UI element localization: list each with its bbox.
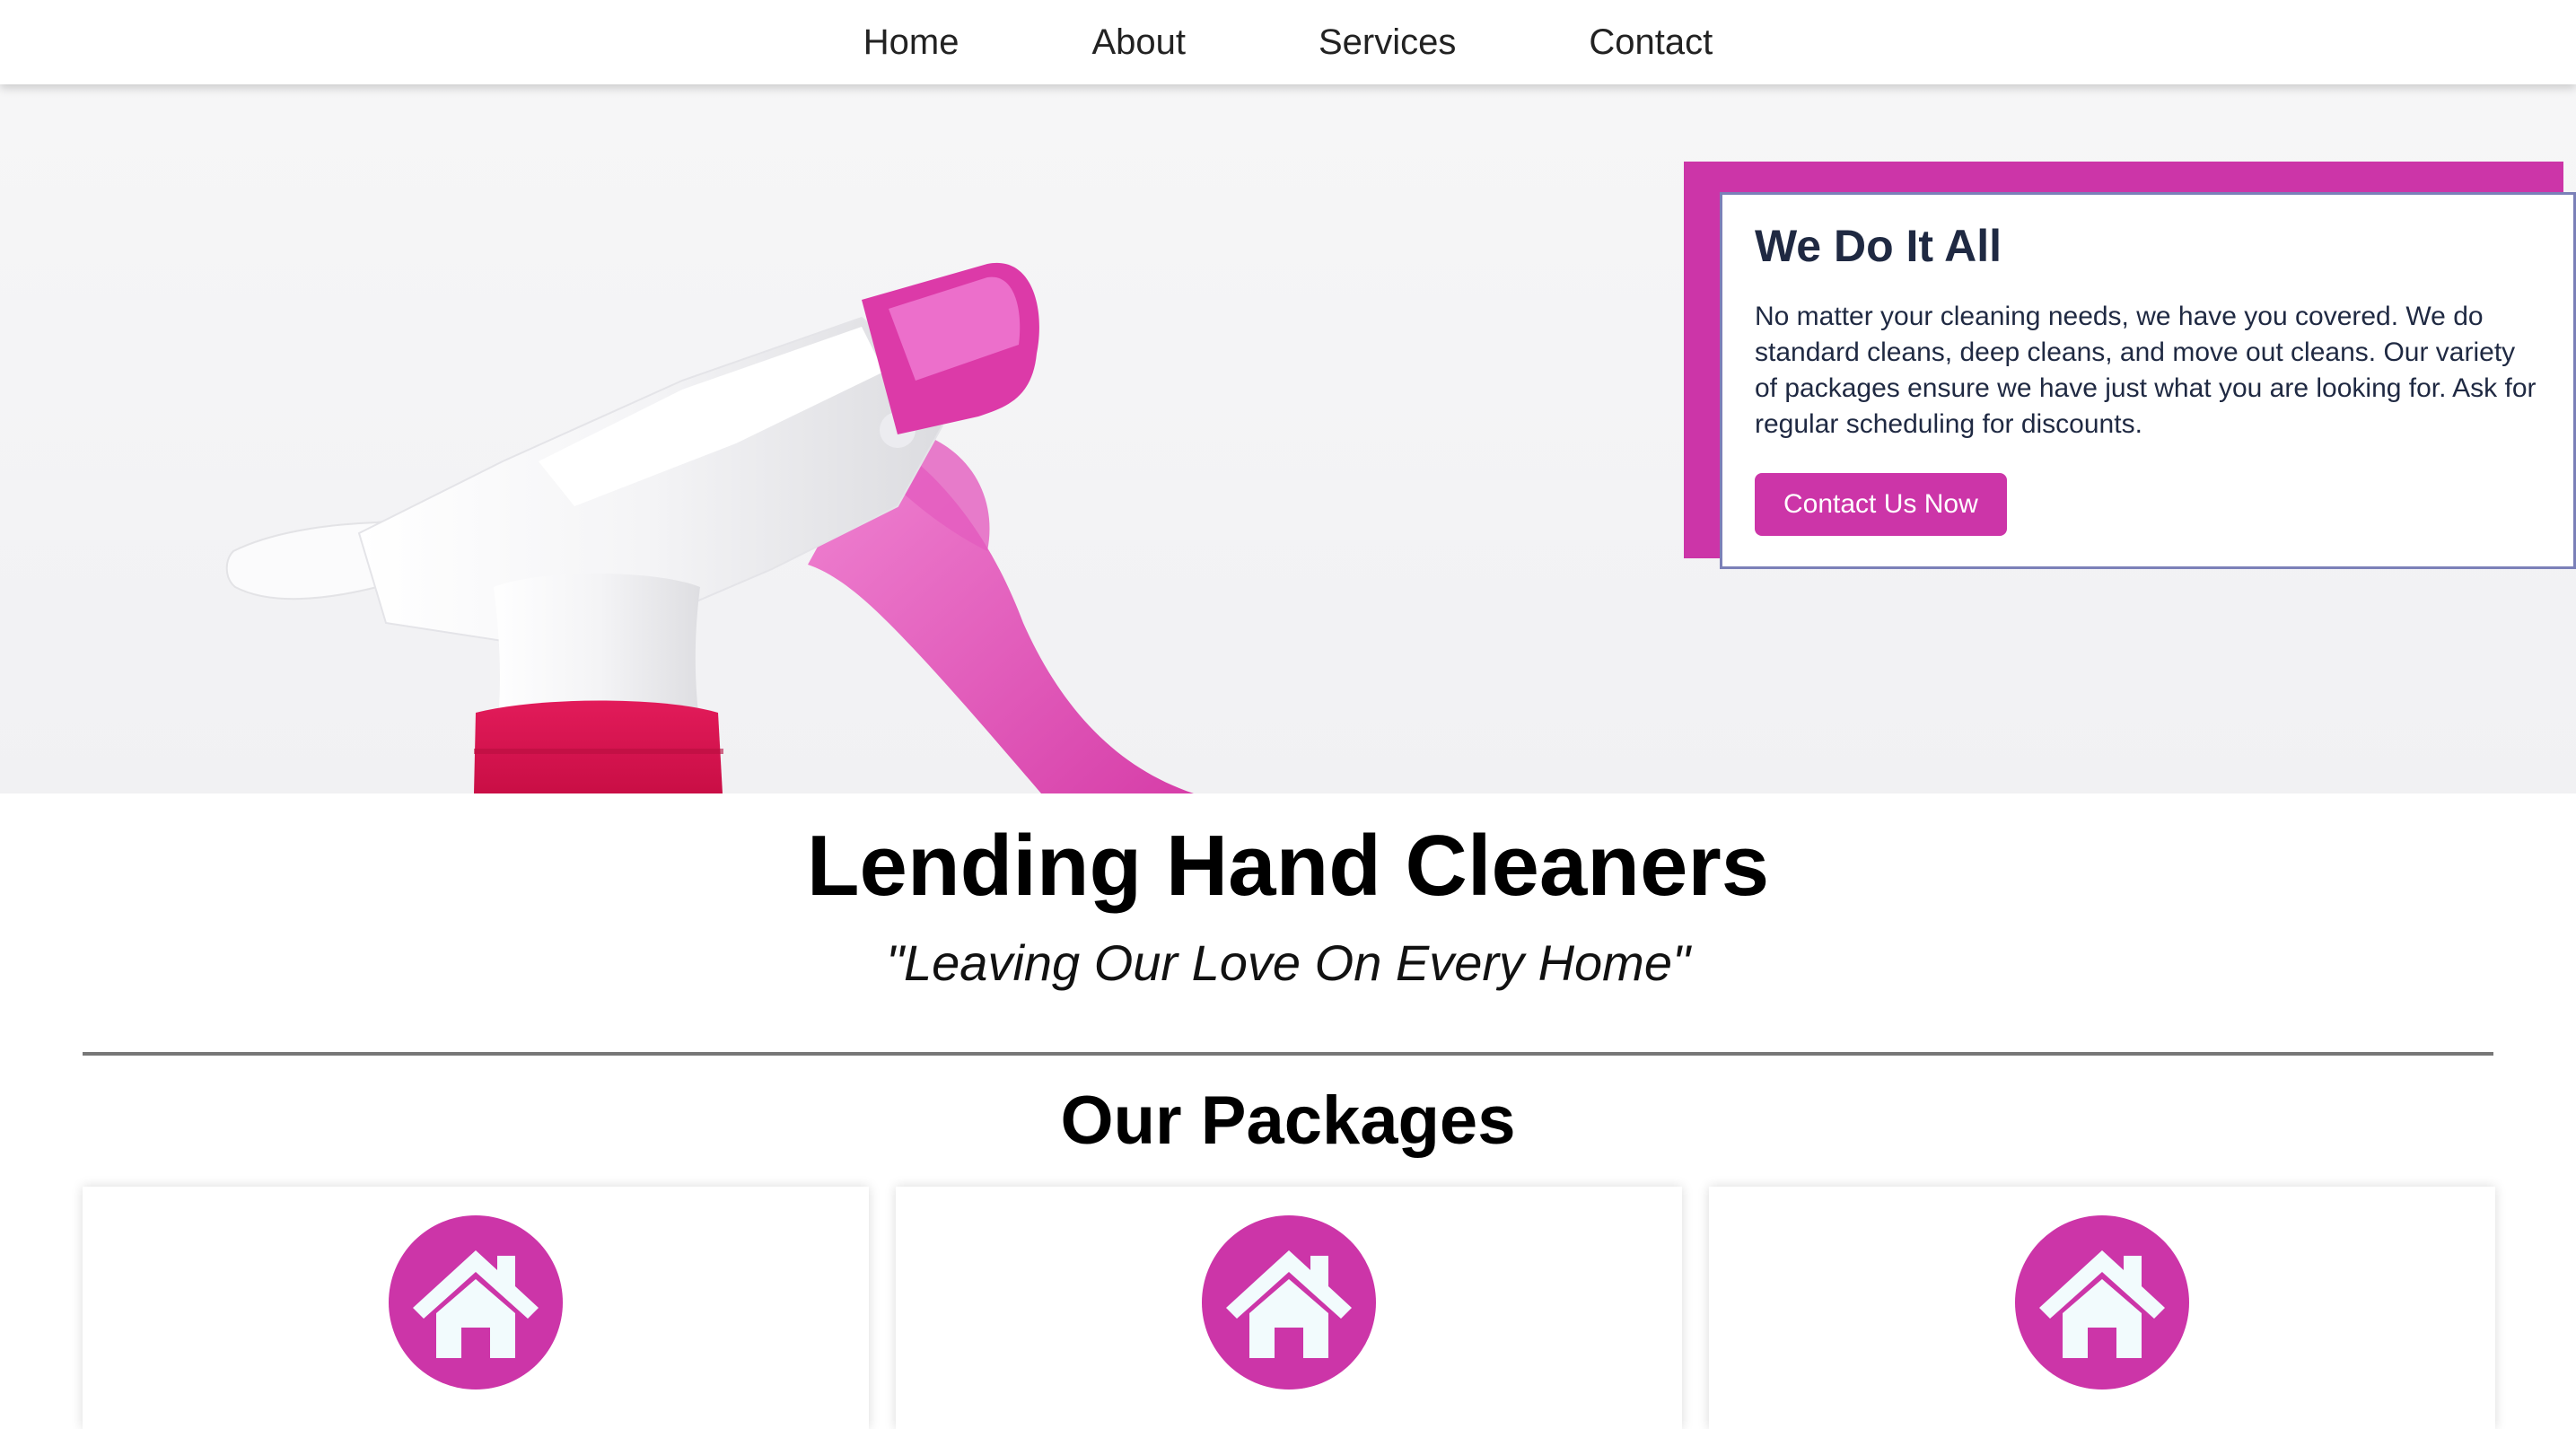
nav-about-link[interactable]: About xyxy=(1025,0,1252,84)
package-card[interactable] xyxy=(83,1187,869,1429)
package-card[interactable] xyxy=(1709,1187,2495,1429)
packages-list xyxy=(83,1187,2497,1429)
hero-section: We Do It All No matter your cleaning nee… xyxy=(0,84,2576,793)
top-nav: Home About Services Contact xyxy=(0,0,2576,84)
nav-services-link[interactable]: Services xyxy=(1252,0,1522,84)
divider xyxy=(83,1052,2493,1056)
house-icon xyxy=(2015,1215,2189,1390)
hero-card-title: We Do It All xyxy=(1755,221,2002,271)
hero-card-text: No matter your cleaning needs, we have y… xyxy=(1755,302,2537,439)
house-icon xyxy=(389,1215,563,1390)
spray-bottle-image xyxy=(225,262,1194,793)
package-card[interactable] xyxy=(896,1187,1682,1429)
house-icon xyxy=(1202,1215,1376,1390)
hero-card: We Do It All No matter your cleaning nee… xyxy=(1720,192,2576,569)
brand-tagline: "Leaving Our Love On Every Home" xyxy=(886,934,1690,991)
brand-title: Lending Hand Cleaners xyxy=(806,818,1770,914)
packages-title: Our Packages xyxy=(1060,1083,1516,1159)
nav-list: Home About Services Contact xyxy=(797,0,1779,84)
nav-contact-link[interactable]: Contact xyxy=(1522,0,1779,84)
contact-us-button[interactable]: Contact Us Now xyxy=(1755,473,2007,536)
nav-home-link[interactable]: Home xyxy=(797,0,1026,84)
